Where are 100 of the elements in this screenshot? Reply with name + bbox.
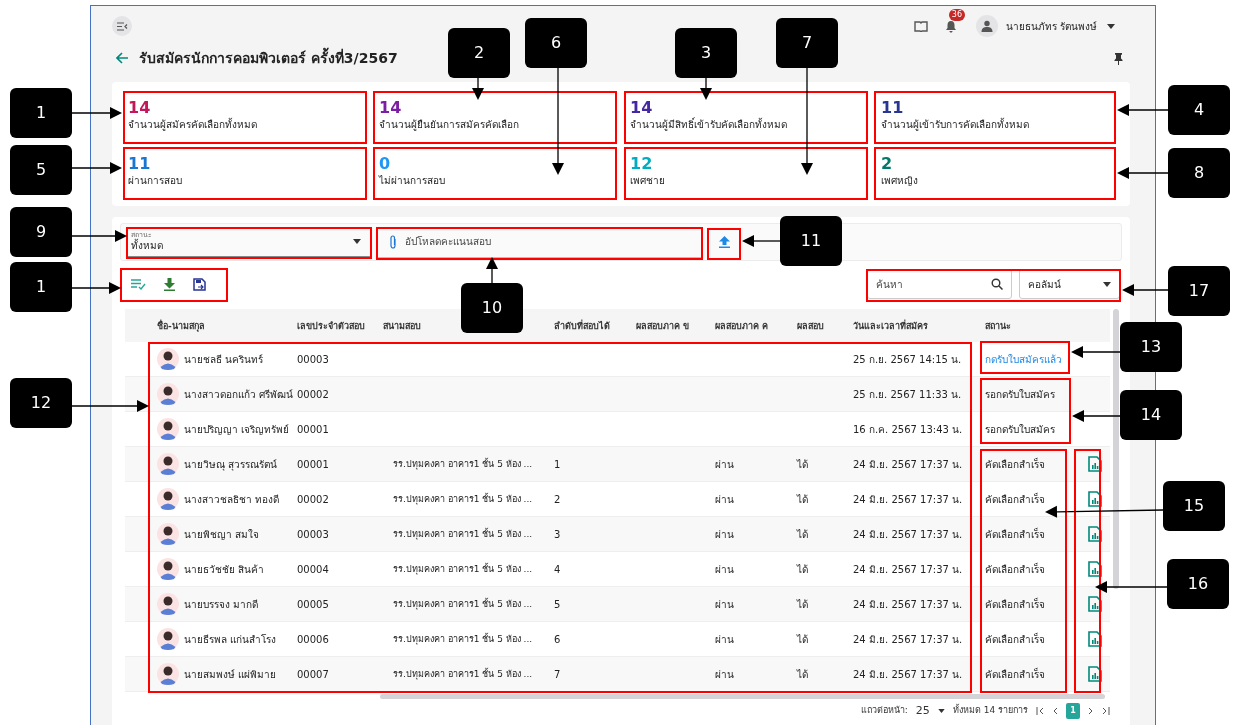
applied-date-cell-text: 24 มิ.ย. 2567 17:37 น.: [853, 527, 964, 542]
name-cell-text: นายบรรจง มากดี: [184, 597, 259, 612]
column-header[interactable]: วันและเวลาที่สมัคร: [853, 318, 985, 333]
column-header[interactable]: ผลสอบภาค ข: [636, 318, 715, 333]
callout-number: 12: [10, 378, 72, 428]
exam-number-cell-text: 00003: [297, 527, 330, 542]
rank-cell: 2: [554, 493, 561, 505]
status-cell-text: รอกดรับใบสมัคร: [985, 422, 1056, 437]
name-cell-text: นางสาวชลธิชา ทองดี: [184, 492, 280, 507]
venue-cell: รร.ปทุมคงคา อาคาร1 ชั้น 5 ห้อง ...: [393, 669, 533, 680]
status-link[interactable]: กดรับใบสมัครแล้ว: [985, 351, 1080, 367]
page-title: รับสมัครนักการคอมพิวเตอร์ ครั้งที่3/2567: [139, 47, 398, 68]
name-cell-text: นายพิชญา สมใจ: [184, 527, 260, 542]
part-c-cell: ผ่าน: [715, 563, 734, 575]
callout-number: 7: [776, 18, 838, 68]
stat-value: 14: [128, 98, 152, 117]
status-cell-text: คัดเลือกสำเร็จ: [985, 526, 1046, 542]
user-name[interactable]: นายธนภัทร รัตนพงษ์: [1005, 18, 1097, 34]
column-select-value: คอลัมน์: [1028, 277, 1062, 292]
rank-cell: 5: [554, 598, 561, 610]
part-c-cell: ผ่าน: [715, 668, 734, 680]
stat-label: จำนวนผู้สมัครคัดเลือกทั้งหมด: [128, 118, 258, 132]
part-c-cell: ผ่าน: [715, 458, 734, 470]
status-cell-text: คัดเลือกสำเร็จ: [985, 631, 1046, 647]
callout-number: 2: [448, 28, 510, 78]
callout-number: 10: [461, 283, 523, 333]
rank-cell: 3: [554, 528, 561, 540]
total-records: ทั้งหมด 14 รายการ: [952, 704, 1028, 718]
stat-value: 14: [630, 98, 654, 117]
column-header[interactable]: สถานะ: [985, 318, 1080, 333]
result-cell: ได้: [797, 458, 808, 470]
callout-number: 11: [780, 216, 842, 266]
venue-cell: รร.ปทุมคงคา อาคาร1 ชั้น 5 ห้อง ...: [393, 599, 533, 610]
stat-label: ไม่ผ่านการสอบ: [379, 174, 446, 188]
status-cell-text: รอกดรับใบสมัคร: [985, 387, 1056, 402]
rank-cell: 4: [554, 563, 561, 575]
table-row[interactable]: นางสาวดอกแก้ว ศรีพัฒน์ 00002 25 ก.ย. 2567 11:33 น. รอกดรับใบสมัคร: [125, 377, 1110, 412]
stat-value: 2: [881, 154, 894, 174]
stat-value: 0: [379, 154, 392, 174]
exam-number-cell-text: 00003: [297, 352, 330, 367]
exam-number-cell-text: 00001: [297, 457, 330, 472]
upload-input[interactable]: อัปโหลดคะแนนสอบ: [405, 234, 702, 249]
name-cell-text: นายธีรพล แก่นสำโรง: [184, 632, 277, 647]
result-cell: ได้: [797, 633, 808, 645]
applied-date-cell-text: 24 มิ.ย. 2567 17:37 น.: [853, 667, 964, 682]
table-row[interactable]: นายพิชญา สมใจ 00003 รร.ปทุมคงคา อาคาร1 ชั้น 5 ห้อง ... 3 ผ่าน ได้ 24 มิ.ย. 2567 17:37 น. คัดเลือกสำเร็จ: [125, 517, 1110, 552]
rank-cell: 1: [554, 458, 561, 470]
stat-label: จำนวนผู้เข้ารับการคัดเลือกทั้งหมด: [881, 118, 1030, 132]
column-header[interactable]: ผลสอบ: [797, 318, 853, 333]
column-header[interactable]: เลขประจำตัวสอบ: [297, 318, 381, 333]
stat-label: ผ่านการสอบ: [128, 174, 183, 188]
status-cell-text: คัดเลือกสำเร็จ: [985, 491, 1046, 507]
notification-badge: 36: [948, 9, 965, 21]
callout-number: 4: [1168, 85, 1230, 135]
table-row[interactable]: นายสมพงษ์ แผ่พิมาย 00007 รร.ปทุมคงคา อาคาร1 ชั้น 5 ห้อง ... 7 ผ่าน ได้ 24 มิ.ย. 2567 17:37 น. คัดเลือกสำเร็จ: [125, 657, 1110, 692]
column-header[interactable]: ชื่อ-นามสกุล: [157, 318, 297, 333]
exam-number-cell-text: 00007: [297, 667, 330, 682]
search-field[interactable]: ค้นหา: [867, 269, 1012, 299]
applied-date-cell-text: 16 ก.ค. 2567 13:43 น.: [853, 422, 964, 437]
rows-per-page-select[interactable]: 25: [915, 702, 930, 720]
stat-label: จำนวนผู้ยืนยันการสมัครคัดเลือก: [379, 118, 520, 132]
result-cell: ได้: [797, 668, 808, 680]
result-cell: ได้: [797, 528, 808, 540]
venue-cell: รร.ปทุมคงคา อาคาร1 ชั้น 5 ห้อง ...: [393, 459, 533, 470]
upload-field[interactable]: อัปโหลดคะแนนสอบ: [377, 226, 702, 258]
table-row[interactable]: นายบรรจง มากดี 00005 รร.ปทุมคงคา อาคาร1 ชั้น 5 ห้อง ... 5 ผ่าน ได้ 24 มิ.ย. 2567 17:37 น. คัดเลือกสำเร็จ: [125, 587, 1110, 622]
exam-number-cell-text: 00002: [297, 387, 330, 402]
name-cell-text: นายชลธี นครินทร์: [184, 352, 264, 367]
applied-date-cell-text: 24 มิ.ย. 2567 17:37 น.: [853, 492, 964, 507]
name-cell-text: นายธวัชชัย สินค้า: [184, 562, 265, 577]
callout-number: 8: [1168, 148, 1230, 198]
rows-per-page-label: แถวต่อหน้า:: [860, 704, 908, 718]
exam-number-cell-text: 00004: [297, 562, 330, 577]
applied-date-cell-text: 25 ก.ย. 2567 11:33 น.: [853, 387, 963, 402]
part-c-cell: ผ่าน: [715, 528, 734, 540]
name-cell-text: นายปริญญา เจริญทรัพย์: [184, 422, 290, 437]
stat-label: เพศชาย: [630, 174, 666, 188]
exam-number-cell-text: 00006: [297, 632, 330, 647]
stat-value: 11: [128, 154, 152, 174]
column-select[interactable]: คอลัมน์: [1019, 269, 1120, 299]
callout-number: 13: [1120, 322, 1182, 372]
search-input[interactable]: ค้นหา: [876, 276, 991, 292]
venue-cell: รร.ปทุมคงคา อาคาร1 ชั้น 5 ห้อง ...: [393, 529, 533, 540]
stat-value: 11: [881, 98, 905, 117]
name-cell-text: นายวิษณุ สุวรรณรัตน์: [184, 457, 278, 472]
callout-number: 1: [10, 262, 72, 312]
callout-number: 5: [10, 145, 72, 195]
venue-cell: รร.ปทุมคงคา อาคาร1 ชั้น 5 ห้อง ...: [393, 634, 533, 645]
column-header[interactable]: ผลสอบภาค ค: [715, 318, 797, 333]
column-header[interactable]: ลำดับที่สอบได้: [554, 318, 636, 333]
stat-value: 12: [630, 154, 654, 174]
exam-number-cell-text: 00002: [297, 492, 330, 507]
stat-label: จำนวนผู้มีสิทธิ์เข้ารับคัดเลือกทั้งหมด: [630, 118, 788, 132]
name-cell-text: นางสาวดอกแก้ว ศรีพัฒน์: [184, 387, 294, 402]
part-c-cell: ผ่าน: [715, 493, 734, 505]
table-row[interactable]: นายวิษณุ สุวรรณรัตน์ 00001 รร.ปทุมคงคา อาคาร1 ชั้น 5 ห้อง ... 1 ผ่าน ได้ 24 มิ.ย. 2567 17:37 น. คัดเลือกสำเร็จ: [125, 447, 1110, 482]
part-c-cell: ผ่าน: [715, 598, 734, 610]
callout-number: 16: [1167, 559, 1229, 609]
status-select-value: ทั้งหมด: [131, 239, 164, 252]
status-cell-text: คัดเลือกสำเร็จ: [985, 666, 1046, 682]
